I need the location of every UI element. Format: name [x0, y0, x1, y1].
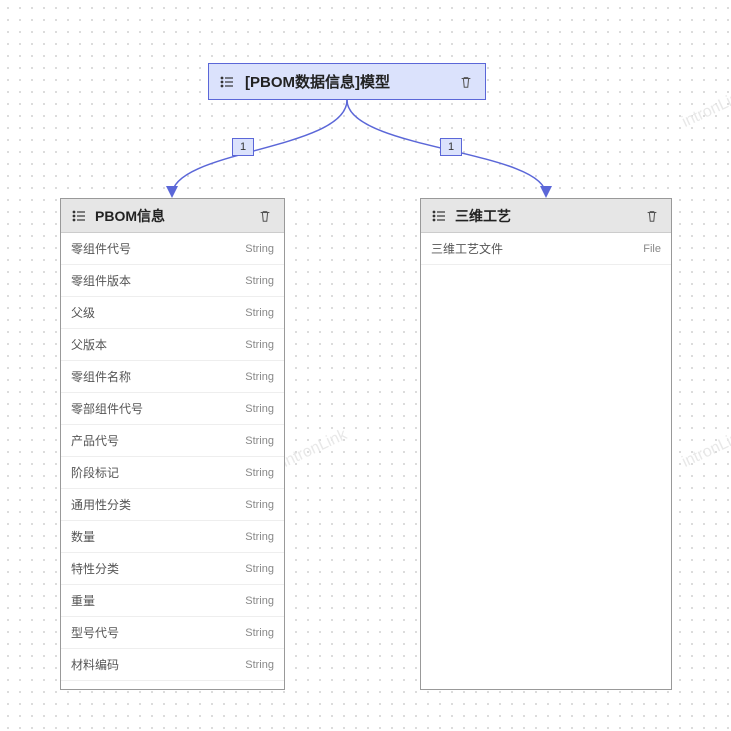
field-name: 零组件名称: [71, 368, 245, 385]
watermark: intronLink: [679, 426, 731, 472]
field-row[interactable]: 重量String: [61, 585, 284, 617]
field-type: String: [245, 371, 274, 383]
field-type: String: [245, 659, 274, 671]
list-icon: [219, 74, 235, 90]
field-name: 零组件代号: [71, 240, 245, 257]
field-name: 特性分类: [71, 560, 245, 577]
field-row[interactable]: 通用性分类String: [61, 489, 284, 521]
child-node-3d[interactable]: 三维工艺 三维工艺文件File: [420, 198, 672, 690]
field-list-3d[interactable]: 三维工艺文件File: [421, 233, 671, 689]
field-list-pbom[interactable]: 零组件代号String零组件版本String父级String父版本String零…: [61, 233, 284, 689]
field-name: 零部组件代号: [71, 400, 245, 417]
field-name: 型号代号: [71, 624, 245, 641]
field-row[interactable]: 零组件版本String: [61, 265, 284, 297]
field-name: 通用性分类: [71, 496, 245, 513]
field-row[interactable]: 三维工艺文件File: [421, 233, 671, 265]
field-type: String: [245, 339, 274, 351]
root-title: [PBOM数据信息]模型: [245, 71, 447, 92]
field-row[interactable]: 数量String: [61, 521, 284, 553]
field-type: String: [245, 467, 274, 479]
field-row[interactable]: 零部组件代号String: [61, 393, 284, 425]
child-title: PBOM信息: [95, 206, 248, 226]
child-header[interactable]: 三维工艺: [421, 199, 671, 233]
field-type: String: [245, 243, 274, 255]
root-node[interactable]: [PBOM数据信息]模型: [208, 63, 486, 100]
field-name: 父版本: [71, 336, 245, 353]
field-row[interactable]: 特性分类String: [61, 553, 284, 585]
field-row[interactable]: 材料编码String: [61, 649, 284, 681]
field-name: 重量: [71, 592, 245, 609]
field-type: String: [245, 307, 274, 319]
field-type: String: [245, 627, 274, 639]
watermark: intronLink: [279, 426, 349, 472]
field-name: 数量: [71, 528, 245, 545]
delete-root-button[interactable]: [457, 73, 475, 91]
field-row[interactable]: 产品代号String: [61, 425, 284, 457]
field-name: 产品代号: [71, 432, 245, 449]
field-name: 阶段标记: [71, 464, 245, 481]
child-header[interactable]: PBOM信息: [61, 199, 284, 233]
field-type: String: [245, 403, 274, 415]
field-name: 三维工艺文件: [431, 240, 643, 257]
field-row[interactable]: 父版本String: [61, 329, 284, 361]
field-type: String: [245, 499, 274, 511]
field-name: 计量单位: [71, 688, 245, 689]
list-icon: [431, 208, 447, 224]
field-type: String: [245, 563, 274, 575]
field-type: String: [245, 275, 274, 287]
field-name: 零组件版本: [71, 272, 245, 289]
field-name: 材料编码: [71, 656, 245, 673]
field-row[interactable]: 阶段标记String: [61, 457, 284, 489]
edge-label-2: 1: [440, 138, 462, 156]
watermark: intronLink: [679, 86, 731, 132]
child-title: 三维工艺: [455, 206, 635, 226]
delete-child-button[interactable]: [643, 207, 661, 225]
field-row[interactable]: 零组件名称String: [61, 361, 284, 393]
field-name: 父级: [71, 304, 245, 321]
field-row[interactable]: 型号代号String: [61, 617, 284, 649]
field-type: String: [245, 435, 274, 447]
child-node-pbom[interactable]: PBOM信息 零组件代号String零组件版本String父级String父版本…: [60, 198, 285, 690]
field-row[interactable]: 计量单位String: [61, 681, 284, 689]
field-type: File: [643, 243, 661, 255]
field-type: String: [245, 595, 274, 607]
field-row[interactable]: 父级String: [61, 297, 284, 329]
field-row[interactable]: 零组件代号String: [61, 233, 284, 265]
edge-label-1: 1: [232, 138, 254, 156]
field-type: String: [245, 531, 274, 543]
delete-child-button[interactable]: [256, 207, 274, 225]
list-icon: [71, 208, 87, 224]
